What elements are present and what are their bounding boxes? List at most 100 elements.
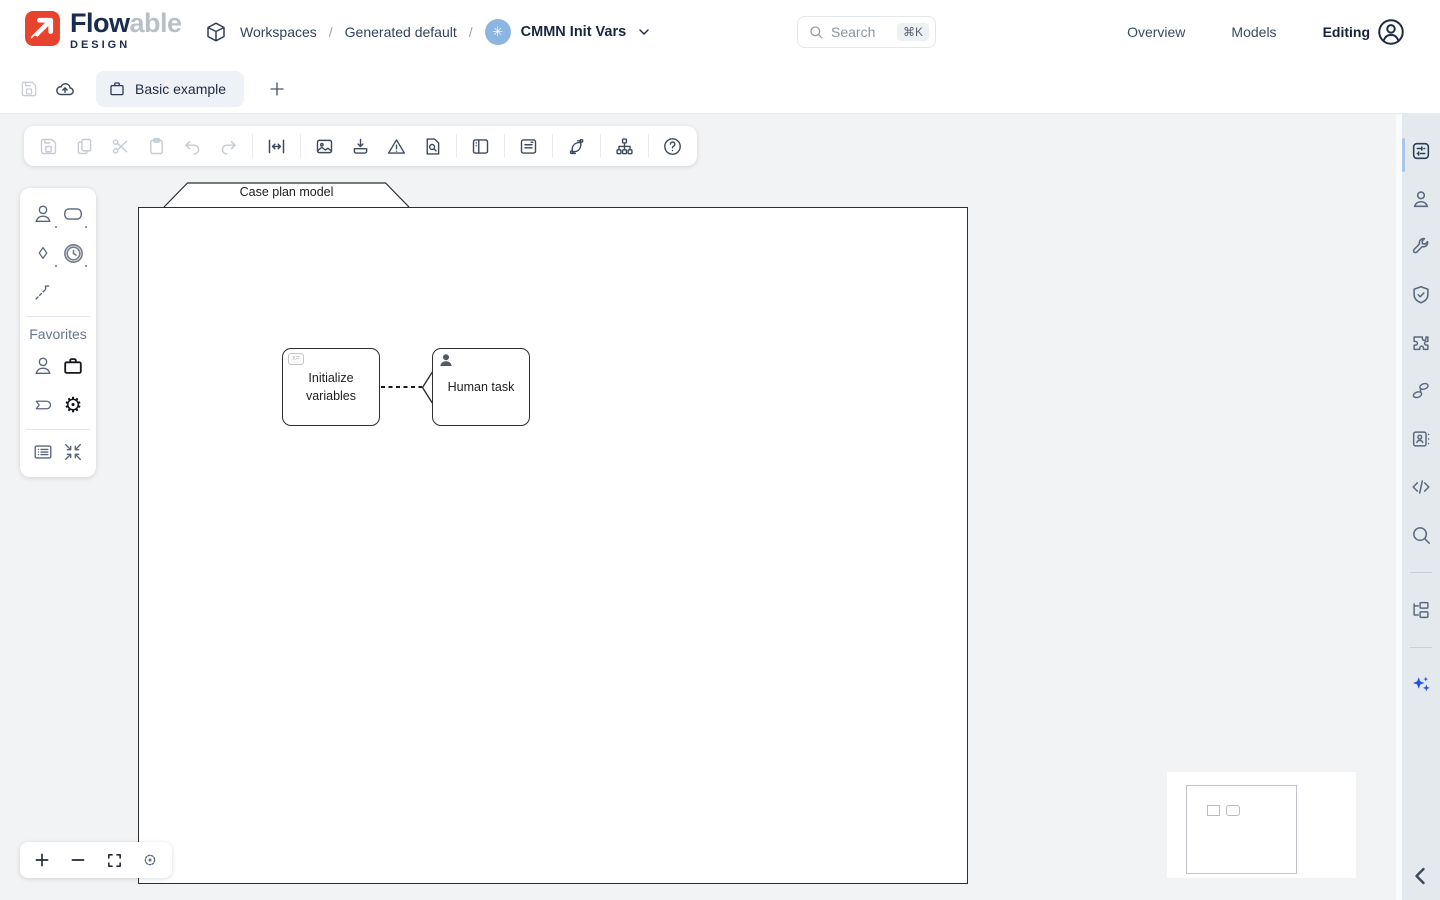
model-selector[interactable]: ✳ CMMN Init Vars <box>485 19 653 45</box>
rail-divider <box>1410 647 1432 648</box>
export-image-icon[interactable] <box>308 130 341 162</box>
steps-footprints-icon[interactable] <box>1410 380 1432 402</box>
center-target-button[interactable] <box>136 846 164 874</box>
minimap-task <box>1226 805 1240 816</box>
shape-palette: Favorites ⚙ <box>20 188 96 477</box>
paste-icon[interactable] <box>140 130 173 162</box>
ai-sparkles-icon[interactable] <box>1410 674 1432 696</box>
import-icon[interactable] <box>344 130 377 162</box>
palette-human-task[interactable] <box>30 201 56 227</box>
gear-icon: ⚙ <box>64 395 83 416</box>
palette-divider <box>26 429 90 430</box>
fit-screen-button[interactable] <box>100 846 128 874</box>
save-icon[interactable] <box>32 130 65 162</box>
code-view-icon[interactable] <box>1410 476 1432 498</box>
toolbar-separator <box>648 134 649 158</box>
breadcrumb-separator: / <box>329 24 333 40</box>
flowable-logo[interactable]: Flowable DESIGN <box>24 10 182 51</box>
validation-warning-icon[interactable] <box>380 130 413 162</box>
favorites-heading: Favorites <box>28 326 88 342</box>
copy-icon[interactable] <box>68 130 101 162</box>
minimap-task <box>1207 805 1220 816</box>
search-icon[interactable] <box>1410 524 1432 546</box>
brand-subtitle: DESIGN <box>70 40 182 51</box>
palette-favorite-service-task[interactable]: ⚙ <box>60 392 86 418</box>
toggle-panel-icon[interactable] <box>464 130 497 162</box>
security-shield-icon[interactable] <box>1410 284 1432 306</box>
minimap-case-plan <box>1186 785 1297 874</box>
tab-label: Basic example <box>135 81 226 97</box>
case-plan-model-shape[interactable] <box>138 207 968 884</box>
palette-collapse-arrows[interactable] <box>60 439 86 465</box>
task-initialize-variables[interactable]: x= Initialize variables <box>282 348 380 426</box>
palette-timer-event[interactable] <box>60 240 86 266</box>
add-tab-button[interactable] <box>260 72 294 106</box>
palette-favorite-milestone[interactable] <box>30 392 56 418</box>
active-panel-indicator <box>1402 138 1405 172</box>
palette-favorite-case-task[interactable] <box>60 353 86 379</box>
toolbar-separator <box>552 134 553 158</box>
toolbar-separator <box>504 134 505 158</box>
zoom-in-button[interactable] <box>28 846 56 874</box>
model-tab-bar: Basic example <box>0 64 1440 114</box>
cube-icon <box>204 20 228 44</box>
search-shortcut-badge: ⌘K <box>897 23 929 41</box>
human-task-icon <box>439 353 453 367</box>
breadcrumb-workspace-name[interactable]: Generated default <box>345 24 457 40</box>
hierarchy-view-icon[interactable] <box>608 130 641 162</box>
chevron-left-icon[interactable] <box>1409 864 1433 888</box>
nav-models[interactable]: Models <box>1231 24 1276 40</box>
form-view-icon[interactable] <box>512 130 545 162</box>
palette-favorite-human-task[interactable] <box>30 353 56 379</box>
case-plan-label: Case plan model <box>163 185 410 199</box>
task-label: Initialize variables <box>287 369 375 405</box>
top-navigation: Overview Models Editing <box>1127 0 1370 64</box>
cut-icon[interactable] <box>104 130 137 162</box>
minimap[interactable] <box>1167 772 1356 878</box>
toolbar-separator <box>600 134 601 158</box>
case-briefcase-icon <box>108 80 126 98</box>
zoom-out-button[interactable] <box>64 846 92 874</box>
chevron-down-icon <box>636 24 652 40</box>
toolbar-separator <box>252 134 253 158</box>
fit-width-icon[interactable] <box>260 130 293 162</box>
search-input[interactable]: Search ⌘K <box>797 16 936 48</box>
toolbar-separator <box>300 134 301 158</box>
save-icon[interactable] <box>12 72 46 106</box>
process-flows-icon[interactable] <box>560 130 593 162</box>
palette-task-shape[interactable] <box>60 201 86 227</box>
user-avatar-icon[interactable] <box>1376 17 1406 47</box>
redo-icon[interactable] <box>212 130 245 162</box>
model-tree-icon[interactable] <box>1410 599 1432 621</box>
brand-name: Flowable <box>70 10 182 37</box>
breadcrumb-separator: / <box>469 24 473 40</box>
plus-icon <box>268 80 286 98</box>
extensions-puzzle-icon[interactable] <box>1410 332 1432 354</box>
preview-document-icon[interactable] <box>416 130 449 162</box>
settings-wrench-icon[interactable] <box>1410 236 1432 258</box>
assignee-user-icon[interactable] <box>1410 188 1432 210</box>
initialize-variables-icon: x= <box>288 353 304 365</box>
help-icon[interactable] <box>656 130 689 162</box>
cloud-upload-icon[interactable] <box>48 72 82 106</box>
properties-rail <box>1402 114 1440 900</box>
nav-editing[interactable]: Editing <box>1323 24 1370 40</box>
search-icon <box>808 24 824 40</box>
palette-connector[interactable] <box>30 279 56 305</box>
attributes-panel-icon[interactable] <box>1410 140 1432 162</box>
nav-overview[interactable]: Overview <box>1127 24 1185 40</box>
palette-divider <box>26 316 90 317</box>
app-header: Flowable DESIGN Workspaces / Generated d… <box>0 0 1440 64</box>
model-avatar: ✳ <box>485 19 511 45</box>
palette-form-reference[interactable] <box>30 439 56 465</box>
search-placeholder: Search <box>831 24 890 40</box>
editor-canvas-area: Case plan model x= Initialize variables … <box>0 114 1440 900</box>
dashed-connector[interactable] <box>381 386 422 388</box>
breadcrumb-workspaces[interactable]: Workspaces <box>240 24 317 40</box>
canvas-toolbar <box>24 126 697 166</box>
task-human-task[interactable]: Human task <box>432 348 530 426</box>
tab-basic-example[interactable]: Basic example <box>96 71 244 107</box>
undo-icon[interactable] <box>176 130 209 162</box>
palette-sentry-diamond[interactable] <box>30 240 56 266</box>
contact-card-icon[interactable] <box>1410 428 1432 450</box>
